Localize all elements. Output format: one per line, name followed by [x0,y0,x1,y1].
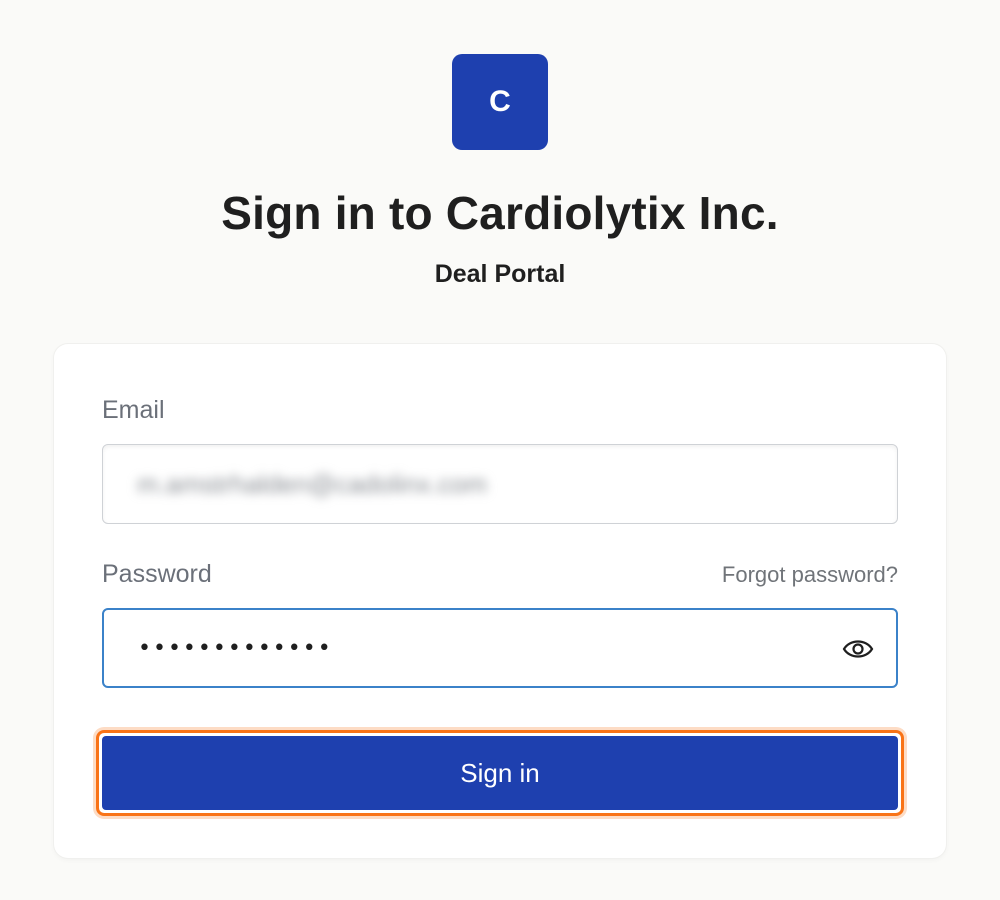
company-logo: C [452,54,548,150]
password-field[interactable]: ••••••••••••• [102,608,898,688]
email-label: Email [102,396,165,424]
password-value: ••••••••••••• [138,635,333,661]
password-label: Password [102,560,212,588]
forgot-password-link[interactable]: Forgot password? [722,562,898,588]
page-title: Sign in to Cardiolytix Inc. [221,187,779,239]
logo-letter: C [489,85,511,118]
eye-icon[interactable] [842,634,874,664]
email-value: m.amstrhalden@cadolinx.com [137,468,488,499]
signin-button[interactable]: Sign in [102,736,898,810]
email-field[interactable]: m.amstrhalden@cadolinx.com [102,444,898,524]
signin-card: Email m.amstrhalden@cadolinx.com Passwor… [54,344,946,858]
signin-button-highlight: Sign in [96,730,904,816]
page-subtitle: Deal Portal [434,260,566,288]
